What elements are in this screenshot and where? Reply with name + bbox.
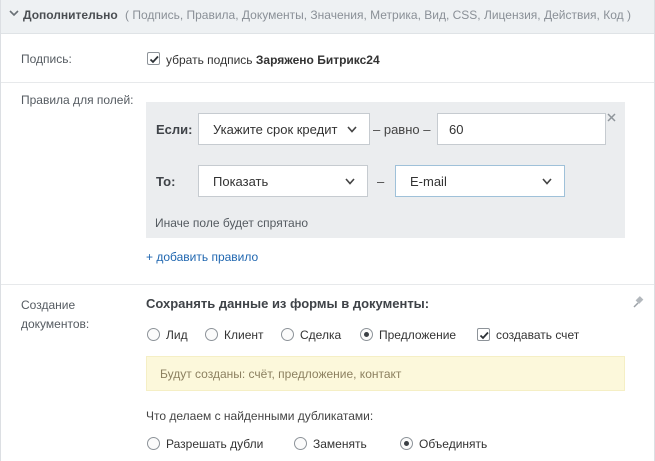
chevron-down-icon[interactable] xyxy=(9,8,19,18)
remove-signature-text: убрать подпись Заряжено Битрикс24 xyxy=(166,53,380,67)
divider xyxy=(1,82,654,83)
doc-option-client-label: Клиент xyxy=(224,328,264,342)
close-icon[interactable] xyxy=(607,113,616,122)
action-select[interactable]: Показать xyxy=(198,165,368,197)
documents-label-line2: документов: xyxy=(21,317,90,331)
chevron-down-icon xyxy=(345,178,355,185)
dup-merge-label: Объединять xyxy=(419,437,488,451)
dash-separator: – xyxy=(377,174,385,189)
signature-label: Подпись: xyxy=(21,52,72,66)
equals-operator: – равно – xyxy=(373,122,430,137)
dup-merge-radio[interactable] xyxy=(400,437,413,450)
add-rule-link[interactable]: + добавить правило xyxy=(146,250,258,264)
doc-option-lead-radio[interactable] xyxy=(147,328,160,341)
documents-notice: Будут созданы: счёт, предложение, контак… xyxy=(146,356,625,391)
equals-text: – равно – xyxy=(373,122,431,137)
pin-icon[interactable] xyxy=(632,296,645,309)
remove-signature-checkbox[interactable] xyxy=(147,52,160,65)
doc-option-deal-radio[interactable] xyxy=(281,328,294,341)
dup-allow-label: Разрешать дубли xyxy=(166,437,264,451)
target-field-select[interactable]: E-mail xyxy=(395,165,565,197)
brand-name: Заряжено Битрикс24 xyxy=(255,53,380,67)
check-icon xyxy=(149,55,159,64)
create-invoice-label: создавать счет xyxy=(496,328,580,342)
doc-option-lead-label: Лид xyxy=(166,328,188,342)
action-value: Показать xyxy=(213,174,269,189)
duplicates-question: Что делаем с найденными дубликатами: xyxy=(146,409,374,423)
condition-field-value: Укажите срок кредит xyxy=(213,122,338,137)
section-header[interactable]: Дополнительно ( Подпись, Правила, Докуме… xyxy=(1,0,654,34)
documents-notice-text: Будут созданы: счёт, предложение, контак… xyxy=(160,367,402,381)
then-label: То: xyxy=(156,174,176,189)
check-icon xyxy=(479,331,489,340)
doc-option-offer-label: Предложение xyxy=(379,328,457,342)
condition-value-input[interactable]: 60 xyxy=(437,113,606,145)
doc-option-offer-radio[interactable] xyxy=(360,328,373,341)
remove-signature-label: убрать подпись xyxy=(166,53,253,67)
chevron-down-icon xyxy=(542,178,552,185)
documents-heading: Сохранять данные из формы в документы: xyxy=(146,296,430,311)
dup-replace-label: Заменять xyxy=(313,437,367,451)
condition-field-select[interactable]: Укажите срок кредит xyxy=(198,113,370,145)
documents-label-line1: Создание xyxy=(21,298,76,312)
target-field-value: E-mail xyxy=(410,174,447,189)
condition-value: 60 xyxy=(449,122,464,137)
if-label: Если: xyxy=(156,122,193,137)
section-title: Дополнительно xyxy=(23,8,118,22)
doc-option-client-radio[interactable] xyxy=(205,328,218,341)
divider xyxy=(1,284,654,285)
chevron-down-icon xyxy=(347,126,357,133)
dup-replace-radio[interactable] xyxy=(294,437,307,450)
doc-option-deal-label: Сделка xyxy=(300,328,342,342)
create-invoice-checkbox[interactable] xyxy=(477,328,490,341)
dup-allow-radio[interactable] xyxy=(147,437,160,450)
rules-label: Правила для полей: xyxy=(21,93,134,107)
otherwise-hint: Иначе поле будет спрятано xyxy=(155,216,309,230)
section-subtitle: ( Подпись, Правила, Документы, Значения,… xyxy=(125,8,631,22)
